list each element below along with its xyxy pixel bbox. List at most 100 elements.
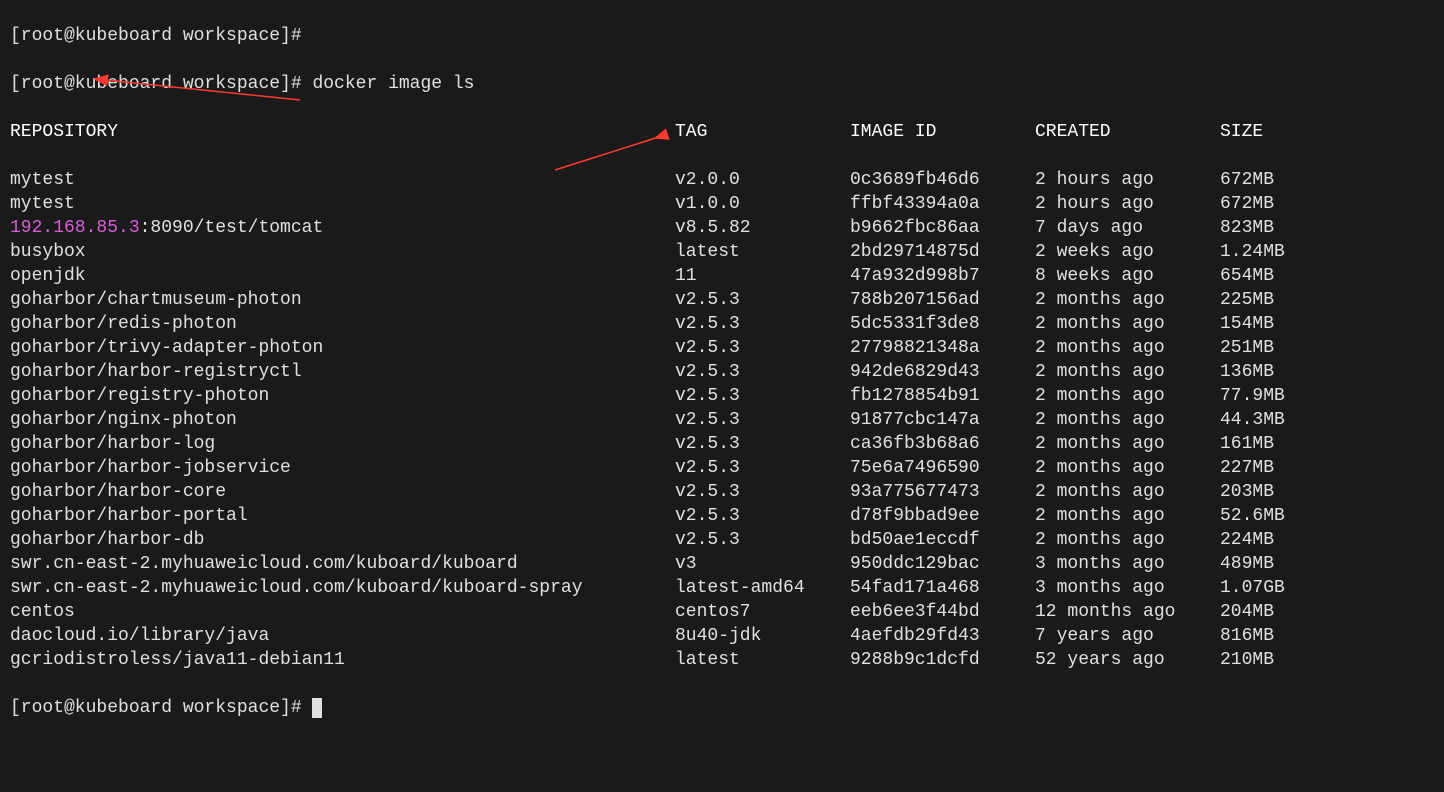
created-cell: 2 months ago (1035, 504, 1220, 528)
created-cell: 2 months ago (1035, 312, 1220, 336)
table-row: goharbor/harbor-portalv2.5.3d78f9bbad9ee… (10, 504, 1434, 528)
size-cell: 654MB (1220, 264, 1320, 288)
terminal-output[interactable]: [root@kubeboard workspace]# [root@kubebo… (0, 0, 1444, 792)
table-row: goharbor/harbor-registryctlv2.5.3942de68… (10, 360, 1434, 384)
tag-cell: v2.5.3 (675, 408, 850, 432)
tag-cell: v2.5.3 (675, 432, 850, 456)
created-cell: 2 months ago (1035, 456, 1220, 480)
col-size-header: SIZE (1220, 120, 1320, 144)
created-cell: 7 years ago (1035, 624, 1220, 648)
repo-cell: goharbor/harbor-portal (10, 504, 675, 528)
size-cell: 154MB (1220, 312, 1320, 336)
id-cell: 47a932d998b7 (850, 264, 1035, 288)
repo-cell: centos (10, 600, 675, 624)
table-row: daocloud.io/library/java8u40-jdk4aefdb29… (10, 624, 1434, 648)
col-created-header: CREATED (1035, 120, 1220, 144)
size-cell: 1.24MB (1220, 240, 1320, 264)
table-row: swr.cn-east-2.myhuaweicloud.com/kuboard/… (10, 576, 1434, 600)
tag-cell: v1.0.0 (675, 192, 850, 216)
repo-cell: goharbor/harbor-core (10, 480, 675, 504)
created-cell: 2 months ago (1035, 288, 1220, 312)
tag-cell: v2.0.0 (675, 168, 850, 192)
repo-cell: gcriodistroless/java11-debian11 (10, 648, 675, 672)
id-cell: 0c3689fb46d6 (850, 168, 1035, 192)
tag-cell: v2.5.3 (675, 480, 850, 504)
repo-cell: goharbor/redis-photon (10, 312, 675, 336)
cursor-icon (312, 698, 322, 718)
id-cell: 75e6a7496590 (850, 456, 1035, 480)
id-cell: 9288b9c1dcfd (850, 648, 1035, 672)
id-cell: 788b207156ad (850, 288, 1035, 312)
prompt-text: [root@kubeboard workspace]# (10, 24, 302, 48)
table-row: goharbor/harbor-jobservicev2.5.375e6a749… (10, 456, 1434, 480)
prompt-text: [root@kubeboard workspace]# (10, 72, 312, 96)
created-cell: 7 days ago (1035, 216, 1220, 240)
id-cell: 4aefdb29fd43 (850, 624, 1035, 648)
tag-cell: 11 (675, 264, 850, 288)
tag-cell: centos7 (675, 600, 850, 624)
tag-cell: v3 (675, 552, 850, 576)
table-row: gcriodistroless/java11-debian11latest928… (10, 648, 1434, 672)
created-cell: 2 months ago (1035, 384, 1220, 408)
id-cell: 27798821348a (850, 336, 1035, 360)
size-cell: 204MB (1220, 600, 1320, 624)
tag-cell: latest (675, 648, 850, 672)
id-cell: 93a775677473 (850, 480, 1035, 504)
id-cell: ffbf43394a0a (850, 192, 1035, 216)
id-cell: 950ddc129bac (850, 552, 1035, 576)
id-cell: 2bd29714875d (850, 240, 1035, 264)
repo-cell: goharbor/harbor-jobservice (10, 456, 675, 480)
size-cell: 224MB (1220, 528, 1320, 552)
id-cell: 54fad171a468 (850, 576, 1035, 600)
repo-cell: busybox (10, 240, 675, 264)
created-cell: 3 months ago (1035, 552, 1220, 576)
tag-cell: v2.5.3 (675, 528, 850, 552)
tag-cell: latest (675, 240, 850, 264)
id-cell: d78f9bbad9ee (850, 504, 1035, 528)
size-cell: 44.3MB (1220, 408, 1320, 432)
size-cell: 203MB (1220, 480, 1320, 504)
repo-cell: mytest (10, 192, 675, 216)
size-cell: 227MB (1220, 456, 1320, 480)
table-row: goharbor/harbor-corev2.5.393a7756774732 … (10, 480, 1434, 504)
table-row: mytestv1.0.0ffbf43394a0a2 hours ago672MB (10, 192, 1434, 216)
repo-cell: openjdk (10, 264, 675, 288)
repo-cell: mytest (10, 168, 675, 192)
tag-cell: v2.5.3 (675, 384, 850, 408)
repo-cell: goharbor/nginx-photon (10, 408, 675, 432)
created-cell: 3 months ago (1035, 576, 1220, 600)
id-cell: eeb6ee3f44bd (850, 600, 1035, 624)
tag-cell: v2.5.3 (675, 456, 850, 480)
created-cell: 2 months ago (1035, 408, 1220, 432)
created-cell: 8 weeks ago (1035, 264, 1220, 288)
size-cell: 672MB (1220, 192, 1320, 216)
table-row: goharbor/harbor-logv2.5.3ca36fb3b68a62 m… (10, 432, 1434, 456)
col-tag-header: TAG (675, 120, 850, 144)
repo-cell: 192.168.85.3:8090/test/tomcat (10, 216, 675, 240)
created-cell: 2 months ago (1035, 360, 1220, 384)
size-cell: 210MB (1220, 648, 1320, 672)
repo-cell: goharbor/harbor-db (10, 528, 675, 552)
tag-cell: 8u40-jdk (675, 624, 850, 648)
created-cell: 2 months ago (1035, 528, 1220, 552)
table-row: goharbor/registry-photonv2.5.3fb1278854b… (10, 384, 1434, 408)
table-row: swr.cn-east-2.myhuaweicloud.com/kuboard/… (10, 552, 1434, 576)
prompt-line-current[interactable]: [root@kubeboard workspace]# (10, 696, 1434, 720)
table-row: mytestv2.0.00c3689fb46d62 hours ago672MB (10, 168, 1434, 192)
repo-cell: swr.cn-east-2.myhuaweicloud.com/kuboard/… (10, 552, 675, 576)
created-cell: 2 months ago (1035, 336, 1220, 360)
size-cell: 77.9MB (1220, 384, 1320, 408)
table-row: goharbor/redis-photonv2.5.35dc5331f3de82… (10, 312, 1434, 336)
size-cell: 161MB (1220, 432, 1320, 456)
created-cell: 52 years ago (1035, 648, 1220, 672)
col-id-header: IMAGE ID (850, 120, 1035, 144)
size-cell: 672MB (1220, 168, 1320, 192)
size-cell: 489MB (1220, 552, 1320, 576)
id-cell: 942de6829d43 (850, 360, 1035, 384)
size-cell: 251MB (1220, 336, 1320, 360)
prompt-line-cmd: [root@kubeboard workspace]# docker image… (10, 72, 1434, 96)
repo-cell: swr.cn-east-2.myhuaweicloud.com/kuboard/… (10, 576, 675, 600)
repo-cell: daocloud.io/library/java (10, 624, 675, 648)
id-cell: 91877cbc147a (850, 408, 1035, 432)
created-cell: 12 months ago (1035, 600, 1220, 624)
